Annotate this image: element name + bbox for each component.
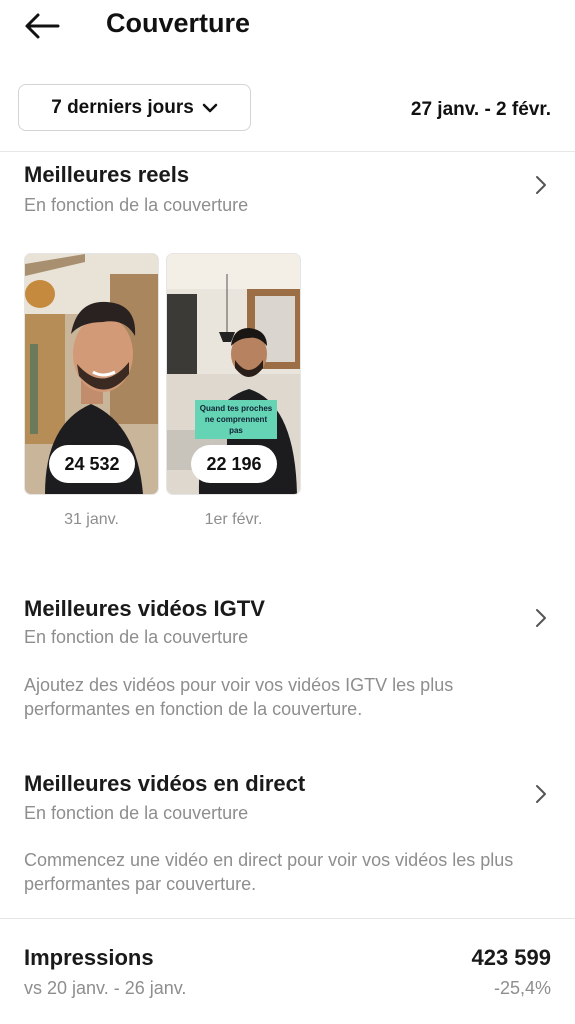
date-range-text: 27 janv. - 2 févr. <box>410 99 551 120</box>
chevron-right-icon[interactable] <box>535 175 547 195</box>
page-title: Couverture <box>106 8 251 38</box>
chevron-down-icon <box>202 103 218 112</box>
arrow-left-icon <box>25 13 60 39</box>
date-range-label: 7 derniers jours <box>51 96 194 118</box>
top-reels-title: Meilleures reels <box>24 162 190 187</box>
back-button[interactable] <box>22 12 62 40</box>
impressions-delta: -25,4% <box>493 978 551 998</box>
live-subtitle: En fonction de la couverture <box>24 803 249 823</box>
impressions-value: 423 599 <box>471 945 551 970</box>
igtv-title: Meilleures vidéos IGTV <box>24 596 265 621</box>
divider <box>0 918 575 919</box>
chevron-right-icon[interactable] <box>535 608 547 628</box>
reel-reach-count: 22 196 <box>191 445 277 483</box>
impressions-comparison: vs 20 janv. - 26 janv. <box>24 978 187 998</box>
reel-thumbnail[interactable]: Quand tes proches ne comprennent pas 22 … <box>167 254 300 494</box>
impressions-title: Impressions <box>24 945 154 970</box>
reel-date: 31 janv. <box>64 511 119 528</box>
date-range-dropdown[interactable]: 7 derniers jours <box>18 84 251 131</box>
reel-reach-count: 24 532 <box>49 445 135 483</box>
live-title: Meilleures vidéos en direct <box>24 771 306 796</box>
reel-date: 1er févr. <box>204 511 263 528</box>
live-description: Commencez une vidéo en direct pour voir … <box>24 850 514 894</box>
top-reels-subtitle: En fonction de la couverture <box>24 195 249 215</box>
igtv-subtitle: En fonction de la couverture <box>24 627 249 647</box>
reel-thumbnail[interactable]: 24 532 <box>25 254 158 494</box>
reel-caption-overlay: Quand tes proches ne comprennent pas <box>195 400 277 439</box>
chevron-right-icon[interactable] <box>535 784 547 804</box>
igtv-description: Ajoutez des vidéos pour voir vos vidéos … <box>24 675 454 719</box>
